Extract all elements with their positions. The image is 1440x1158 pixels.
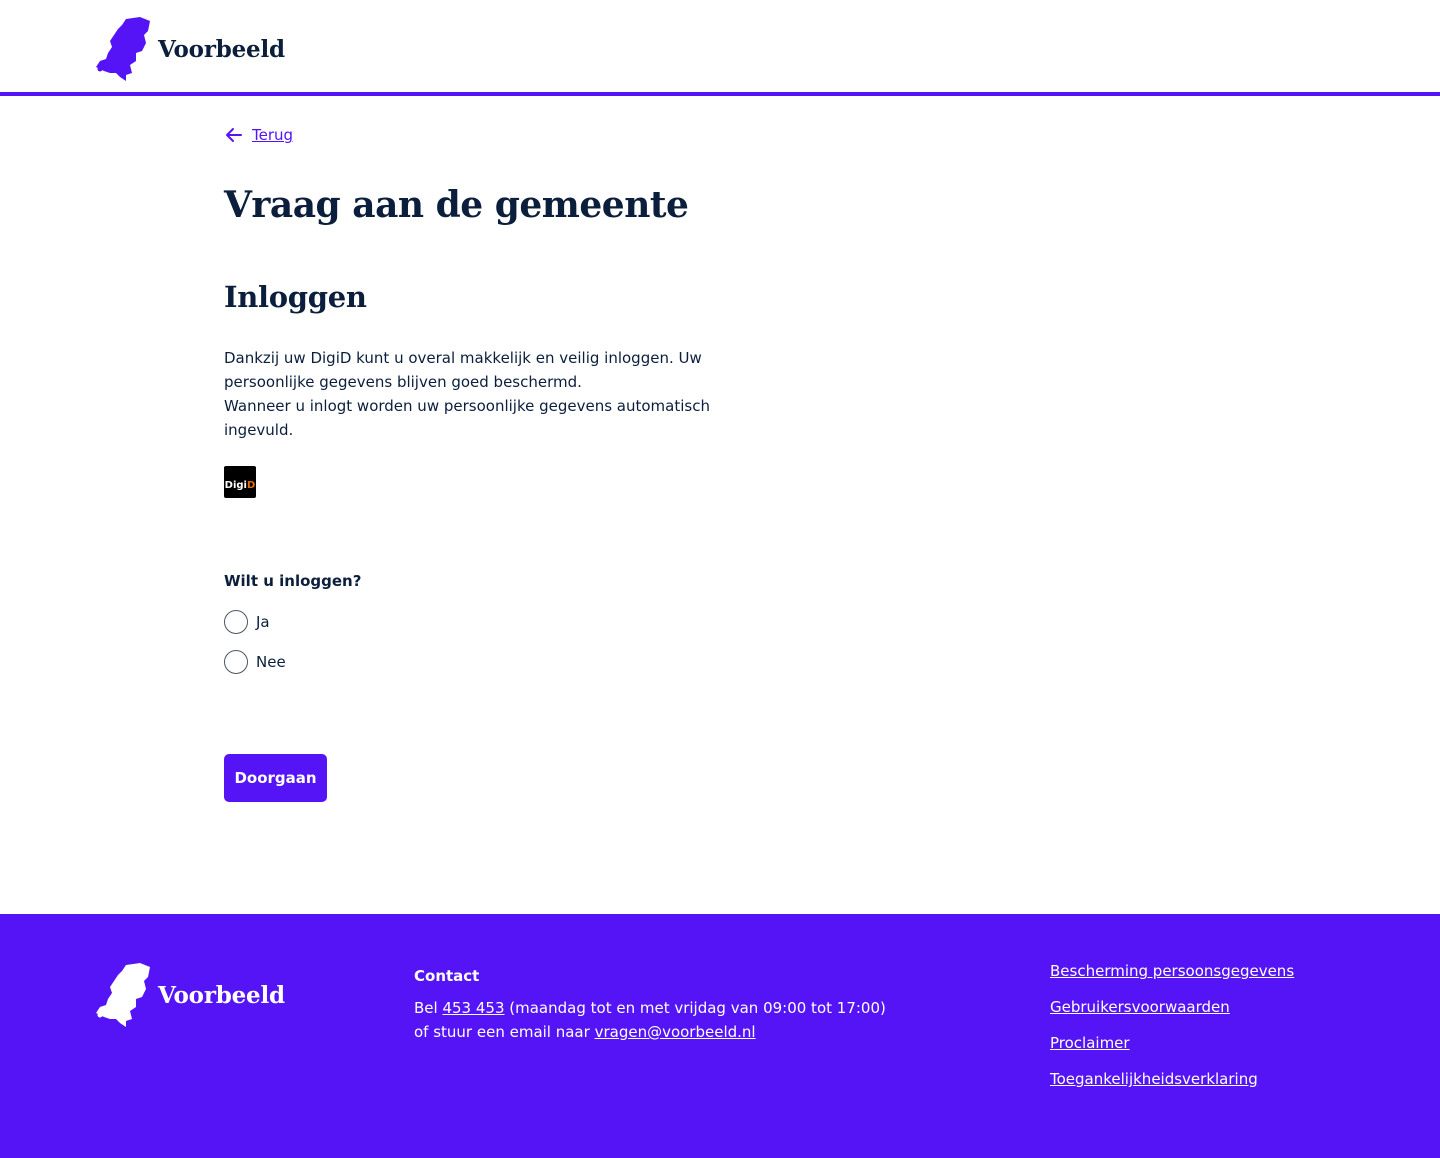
- footer-link-privacy[interactable]: Bescherming persoonsgegevens: [1050, 962, 1294, 980]
- contact-email-link[interactable]: vragen@voorbeeld.nl: [595, 1023, 756, 1041]
- intro-paragraph-2: Wanneer u inlogt worden uw persoonlijke …: [224, 397, 710, 439]
- arrow-left-icon: [226, 128, 242, 142]
- radio-button[interactable]: [224, 650, 248, 674]
- footer-link-item: Toegankelijkheidsverklaring: [1050, 1070, 1294, 1106]
- contact-email-line: of stuur een email naar vragen@voorbeeld…: [414, 1020, 886, 1044]
- footer-link-item: Proclaimer: [1050, 1034, 1294, 1070]
- radio-label-ja: Ja: [256, 613, 270, 631]
- contact-hours: (maandag tot en met vrijdag van 09:00 to…: [509, 999, 886, 1017]
- site-footer: Voorbeeld Contact Bel 453 453 (maandag t…: [0, 914, 1440, 1158]
- continue-button[interactable]: Doorgaan: [224, 754, 327, 802]
- footer-link-item: Bescherming persoonsgegevens: [1050, 962, 1294, 998]
- contact-phone-line: Bel 453 453 (maandag tot en met vrijdag …: [414, 996, 886, 1020]
- footer-link-accessibility[interactable]: Toegankelijkheidsverklaring: [1050, 1070, 1258, 1088]
- footer-brand[interactable]: Voorbeeld: [96, 962, 285, 1028]
- digid-logo-text-a: Digi: [224, 480, 247, 491]
- contact-email-prefix: of stuur een email naar: [414, 1023, 590, 1041]
- radio-option-ja[interactable]: Ja: [224, 610, 270, 634]
- radio-button[interactable]: [224, 610, 248, 634]
- contact-phone-link[interactable]: 453 453: [442, 999, 504, 1017]
- brand-name: Voorbeeld: [158, 35, 285, 63]
- intro-paragraph-1: Dankzij uw DigiD kunt u overal makkelijk…: [224, 349, 702, 391]
- site-header: Voorbeeld: [0, 0, 1440, 96]
- login-question: Wilt u inloggen?: [224, 572, 362, 590]
- section-title: Inloggen: [224, 280, 367, 314]
- radio-label-nee: Nee: [256, 653, 286, 671]
- back-link-label: Terug: [252, 126, 294, 144]
- contact-title: Contact: [414, 967, 480, 985]
- contact-bel: Bel: [414, 999, 438, 1017]
- header-brand[interactable]: Voorbeeld: [96, 16, 285, 82]
- footer-links: Bescherming persoonsgegevens Gebruikersv…: [1050, 962, 1294, 1106]
- page-title: Vraag aan de gemeente: [224, 184, 689, 226]
- digid-logo: Digi D: [224, 466, 256, 498]
- intro-text: Dankzij uw DigiD kunt u overal makkelijk…: [224, 346, 714, 442]
- netherlands-map-icon: [96, 963, 150, 1027]
- footer-link-item: Gebruikersvoorwaarden: [1050, 998, 1294, 1034]
- radio-option-nee[interactable]: Nee: [224, 650, 286, 674]
- footer-link-terms[interactable]: Gebruikersvoorwaarden: [1050, 998, 1230, 1016]
- back-link[interactable]: Terug: [224, 125, 293, 145]
- footer-contact: Contact Bel 453 453 (maandag tot en met …: [414, 964, 886, 1044]
- footer-link-proclaimer[interactable]: Proclaimer: [1050, 1034, 1130, 1052]
- footer-brand-name: Voorbeeld: [158, 981, 285, 1009]
- digid-logo-text-b: D: [247, 480, 256, 491]
- netherlands-map-icon: [96, 17, 150, 81]
